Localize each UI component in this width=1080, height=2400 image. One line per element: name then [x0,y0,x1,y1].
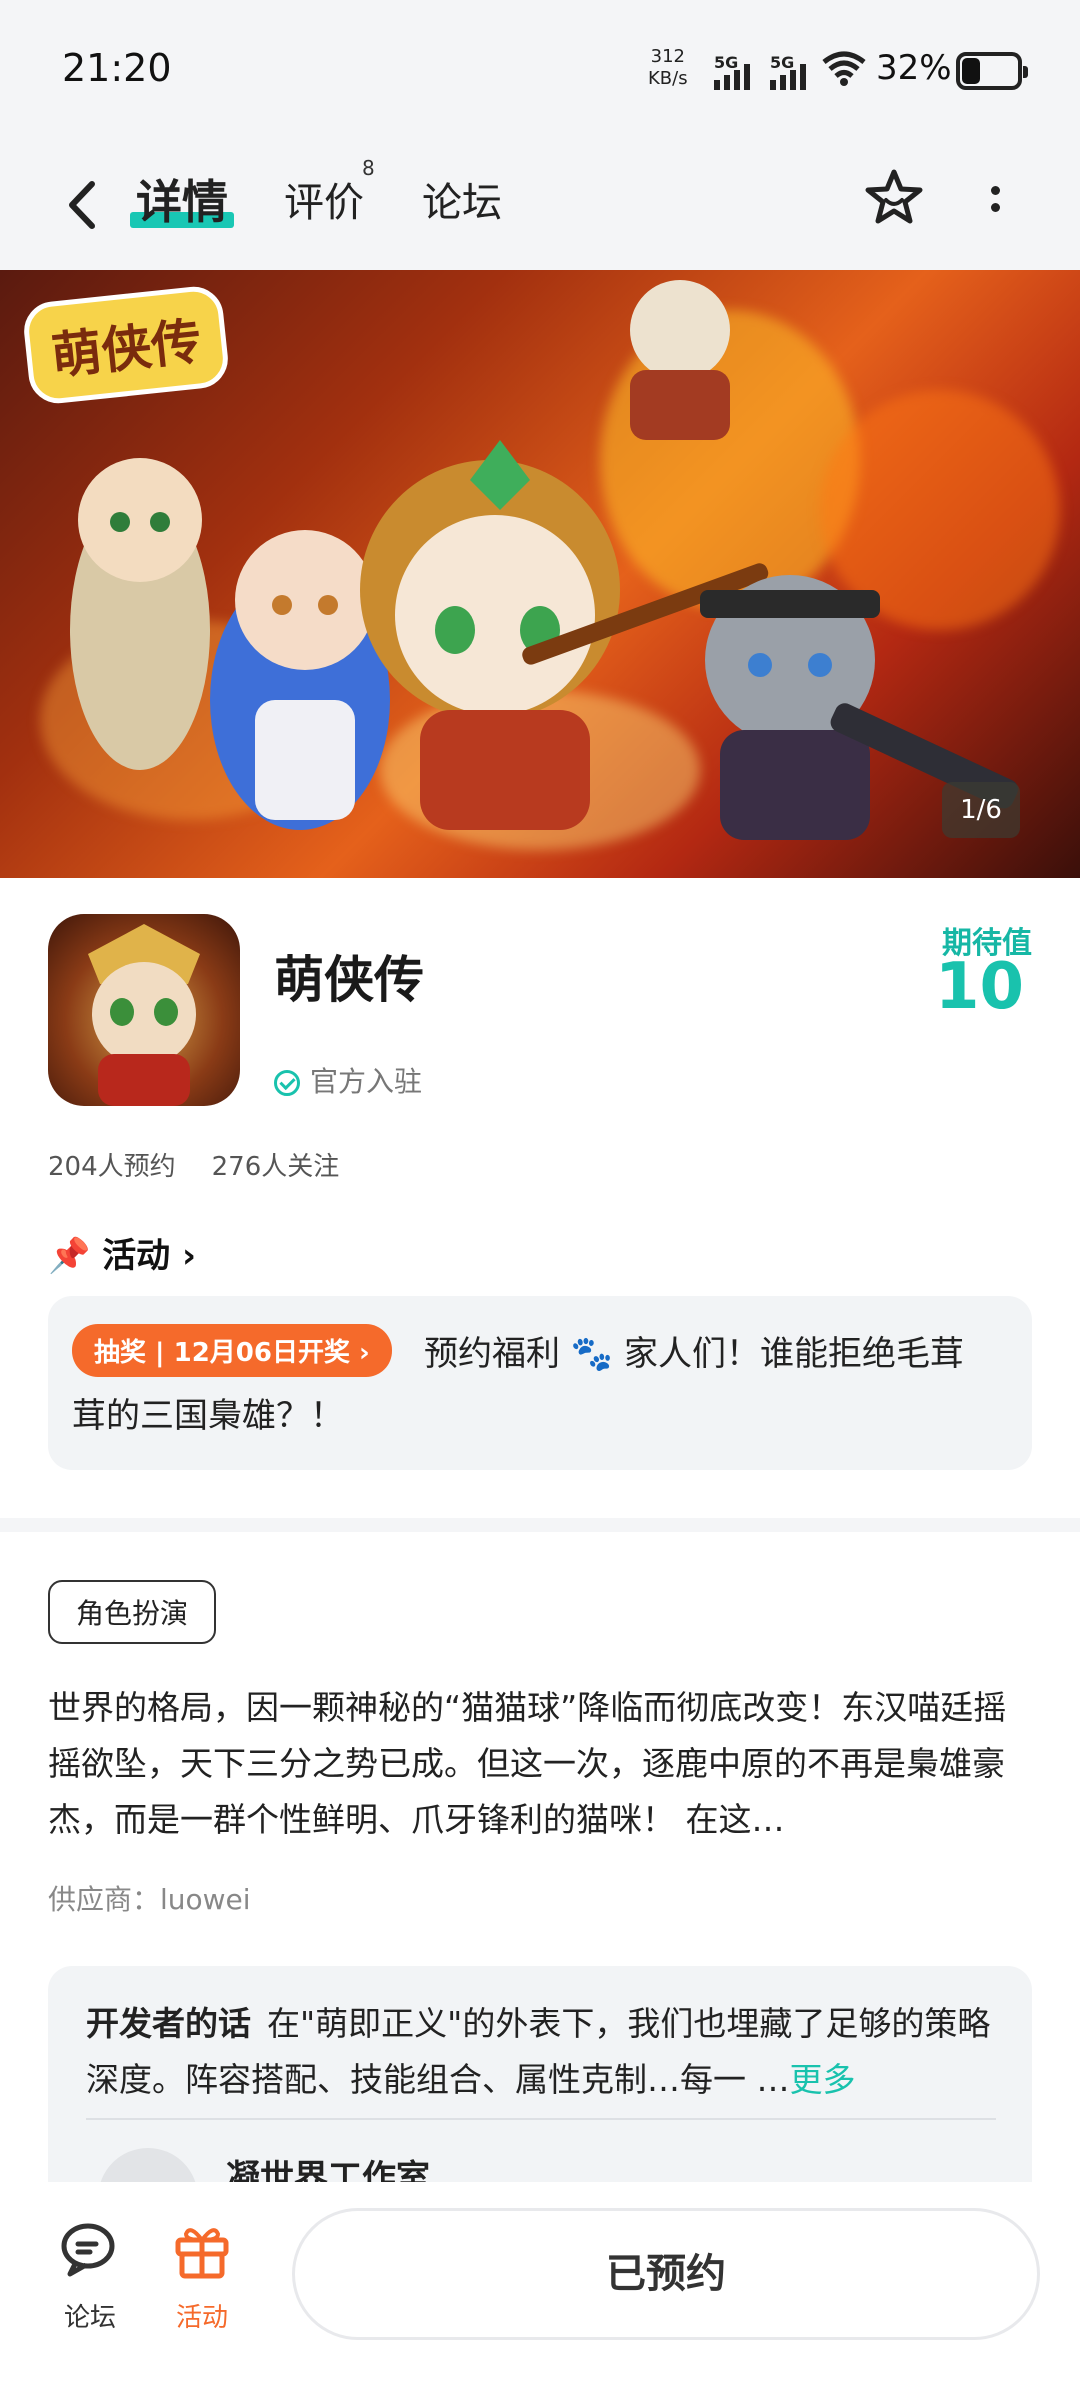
check-circle-icon [274,1070,300,1096]
official-badge: 官方入驻 [274,1060,422,1100]
reviews-count-badge: 8 [362,156,375,180]
more-menu-icon[interactable] [980,178,1010,238]
divider [86,2118,996,2120]
battery-icon [956,52,1028,90]
bottom-action-bar: 论坛 活动 已预约 [0,2182,1080,2400]
gift-icon [175,2228,229,2279]
expectation-value: 10 [934,950,1024,1024]
pin-icon: 📌 [48,1236,91,1276]
activity-section-header[interactable]: 📌 活动 › [48,1228,196,1277]
activity-text-continued: 茸的三国梟雄？！ [72,1396,344,1436]
top-nav: 详情 评价 8 论坛 [0,140,1080,270]
chevron-right-icon: › [182,1236,197,1276]
battery-percent: 32% [876,48,952,88]
section-divider [0,1518,1080,1532]
genre-tag[interactable]: 角色扮演 [48,1580,217,1644]
activity-button[interactable]: 活动 [170,2218,234,2334]
game-description[interactable]: 世界的格局，因一颗神秘的“猫猫球”降临而彻底改变！东汉喵廷摇摇欲坠，天下三分之势… [48,1680,1038,1848]
svg-text:5G: 5G [770,54,794,72]
follower-count: 276人关注 [211,1152,340,1182]
tab-reviews[interactable]: 评价 [284,170,364,228]
tab-details[interactable]: 详情 [136,166,228,232]
lottery-badge[interactable]: 抽奖 | 12月06日开奖 › [72,1324,392,1377]
tab-forum[interactable]: 论坛 [422,170,502,228]
reservation-count: 204人预约 [48,1152,176,1182]
star-favorite-icon[interactable] [862,166,926,230]
forum-button[interactable]: 论坛 [58,2218,122,2334]
signal-5g-icon: 5G [770,54,806,90]
game-characters-artwork [70,280,1018,840]
app-icon [48,914,240,1106]
clock: 21:20 [62,46,172,90]
network-speed: 312 KB/s [648,46,688,89]
activity-card[interactable]: 抽奖 | 12月06日开奖 › 预约福利 🐾 家人们！谁能拒绝毛茸 茸的三国梟雄… [48,1296,1032,1470]
activity-text: 预约福利 🐾 家人们！谁能拒绝毛茸 [424,1334,964,1374]
supplier-info: 供应商：luowei [48,1883,251,1916]
wifi-icon [822,51,866,86]
reserved-button[interactable]: 已预约 [292,2208,1040,2340]
signal-5g-icon: 5G [714,54,750,90]
chat-bubble-icon [61,2223,115,2277]
app-stats: 204人预约 276人关注 [48,1146,339,1183]
status-bar: 21:20 312 KB/s 5G 5G 32% [0,0,1080,140]
slide-counter: 1/6 [942,782,1020,838]
developer-notes: 开发者的话 在"萌即正义"的外表下，我们也埋藏了足够的策略深度。阵容搭配、技能组合… [86,2004,991,2099]
back-arrow-icon[interactable] [58,170,108,240]
more-link[interactable]: 更多 [790,2060,856,2099]
svg-text:5G: 5G [714,54,738,72]
app-title: 萌侠传 [274,951,424,1009]
banner-carousel[interactable]: 萌侠传 1/6 [0,270,1080,878]
